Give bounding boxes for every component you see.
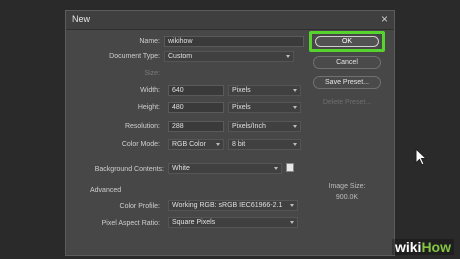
- ok-button-highlight: OK: [309, 31, 385, 52]
- new-document-dialog: New × Name: wikihow Document Type: Custo…: [65, 10, 395, 256]
- pixel-aspect-ratio-label: Pixel Aspect Ratio:: [101, 220, 160, 227]
- background-color-swatch[interactable]: [286, 163, 294, 172]
- background-contents-select[interactable]: White: [168, 163, 282, 174]
- watermark-how: How: [421, 239, 451, 255]
- background-contents-value: White: [172, 165, 190, 172]
- close-icon[interactable]: ×: [381, 12, 388, 26]
- bit-depth-select[interactable]: 8 bit: [228, 139, 301, 150]
- name-input[interactable]: wikihow: [164, 36, 304, 47]
- mouse-cursor-icon: [415, 148, 428, 166]
- chevron-down-icon: [293, 125, 297, 128]
- document-type-label: Document Type:: [109, 53, 160, 60]
- document-type-select[interactable]: Custom: [164, 51, 294, 62]
- image-size-value: 900.0K: [335, 194, 359, 201]
- advanced-section-label: Advanced: [90, 187, 122, 194]
- ok-button[interactable]: OK: [315, 36, 379, 47]
- color-profile-label: Color Profile:: [119, 203, 160, 210]
- resolution-input[interactable]: 288: [168, 121, 224, 132]
- color-mode-select[interactable]: RGB Color: [168, 139, 224, 150]
- pixel-aspect-ratio-value: Square Pixels: [172, 219, 216, 226]
- dialog-title: New: [72, 14, 91, 24]
- chevron-down-icon: [216, 143, 220, 146]
- color-profile-value: Working RGB: sRGB IEC61966-2.1: [172, 202, 283, 209]
- chevron-down-icon: [293, 89, 297, 92]
- width-input[interactable]: 640: [168, 85, 224, 96]
- height-unit-value: Pixels: [232, 104, 251, 111]
- name-label: Name:: [139, 38, 160, 45]
- pixel-aspect-ratio-select[interactable]: Square Pixels: [168, 217, 298, 228]
- width-label: Width:: [140, 87, 160, 94]
- delete-preset-button: Delete Preset...: [322, 99, 372, 106]
- color-profile-select[interactable]: Working RGB: sRGB IEC61966-2.1: [168, 200, 298, 211]
- chevron-down-icon: [274, 167, 278, 170]
- size-label: Size:: [144, 70, 160, 77]
- resolution-unit-select[interactable]: Pixels/Inch: [228, 121, 301, 132]
- height-unit-select[interactable]: Pixels: [228, 102, 301, 113]
- color-mode-value: RGB Color: [172, 141, 206, 148]
- background-contents-label: Background Contents:: [94, 166, 164, 173]
- wikihow-watermark: wikiHow: [391, 239, 454, 255]
- watermark-wiki: wiki: [394, 239, 422, 255]
- image-size-label: Image Size:: [328, 183, 366, 190]
- chevron-down-icon: [286, 55, 290, 58]
- save-preset-button[interactable]: Save Preset...: [313, 76, 381, 89]
- chevron-down-icon: [290, 221, 294, 224]
- height-input[interactable]: 480: [168, 102, 224, 113]
- height-label: Height:: [137, 104, 160, 111]
- dialog-titlebar: New ×: [66, 11, 394, 30]
- cancel-button[interactable]: Cancel: [313, 56, 381, 69]
- chevron-down-icon: [293, 106, 297, 109]
- width-unit-value: Pixels: [232, 87, 251, 94]
- chevron-down-icon: [293, 143, 297, 146]
- color-mode-label: Color Mode:: [121, 141, 160, 148]
- chevron-down-icon: [290, 204, 294, 207]
- document-type-value: Custom: [168, 53, 193, 60]
- resolution-unit-value: Pixels/Inch: [232, 123, 266, 130]
- resolution-label: Resolution:: [124, 123, 160, 130]
- bit-depth-value: 8 bit: [232, 141, 246, 148]
- width-unit-select[interactable]: Pixels: [228, 85, 301, 96]
